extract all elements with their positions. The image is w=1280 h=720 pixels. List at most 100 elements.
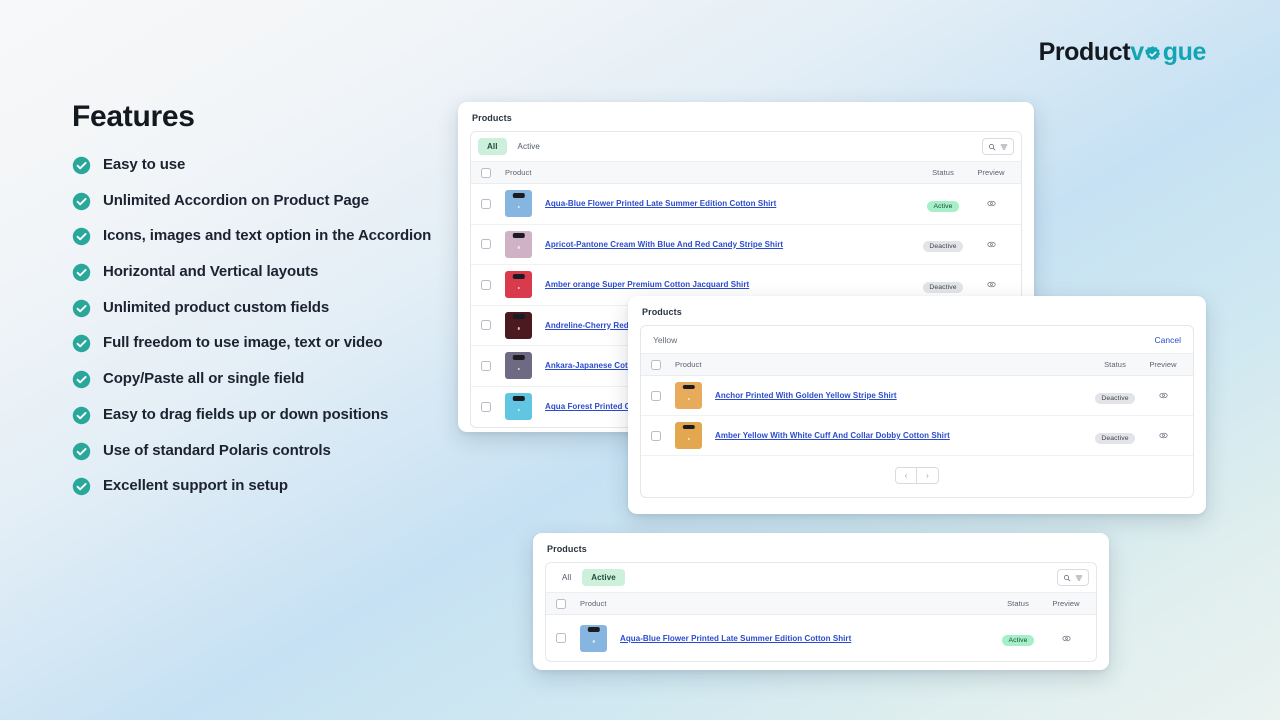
status-cell: Active bbox=[915, 195, 971, 213]
list-item: Unlimited Accordion on Product Page bbox=[72, 190, 472, 212]
list-item: Unlimited product custom fields bbox=[72, 297, 472, 319]
select-all-checkbox[interactable] bbox=[481, 168, 491, 178]
product-link[interactable]: Anchor Printed With Golden Yellow Stripe… bbox=[715, 391, 1087, 400]
product-thumbnail bbox=[675, 382, 702, 409]
row-checkbox[interactable] bbox=[556, 633, 566, 643]
search-filter-group[interactable] bbox=[1057, 569, 1089, 586]
brand-logo: Productvgue bbox=[1039, 38, 1206, 67]
feature-label: Icons, images and text option in the Acc… bbox=[103, 225, 431, 247]
check-circle-icon bbox=[72, 442, 91, 461]
table-row[interactable]: Apricot-Pantone Cream With Blue And Red … bbox=[471, 225, 1021, 266]
tab-active[interactable]: Active bbox=[509, 138, 549, 155]
table-header: Product Status Preview bbox=[546, 593, 1096, 615]
table-row[interactable]: Aqua-Blue Flower Printed Late Summer Edi… bbox=[471, 184, 1021, 225]
eye-icon[interactable] bbox=[1046, 634, 1086, 643]
row-checkbox[interactable] bbox=[481, 280, 491, 290]
row-checkbox[interactable] bbox=[481, 320, 491, 330]
feature-label: Copy/Paste all or single field bbox=[103, 368, 304, 390]
product-link[interactable]: Aqua-Blue Flower Printed Late Summer Edi… bbox=[545, 199, 915, 208]
list-item: Icons, images and text option in the Acc… bbox=[72, 225, 472, 247]
product-thumbnail bbox=[505, 352, 532, 379]
feature-label: Unlimited Accordion on Product Page bbox=[103, 190, 369, 212]
list-item: Easy to use bbox=[72, 154, 472, 176]
status-badge: Deactive bbox=[923, 282, 962, 293]
chevron-right-icon[interactable]: › bbox=[917, 467, 939, 484]
product-thumbnail bbox=[580, 625, 607, 652]
row-checkbox[interactable] bbox=[481, 402, 491, 412]
card-title: Products bbox=[458, 102, 1034, 131]
list-item: Copy/Paste all or single field bbox=[72, 368, 472, 390]
table-header: Product Status Preview bbox=[471, 162, 1021, 184]
list-item: Easy to drag fields up or down positions bbox=[72, 404, 472, 426]
list-item: Full freedom to use image, text or video bbox=[72, 332, 472, 354]
check-circle-icon bbox=[72, 156, 91, 175]
row-checkbox[interactable] bbox=[651, 391, 661, 401]
table-row[interactable]: Amber Yellow With White Cuff And Collar … bbox=[641, 416, 1193, 456]
tab-toolbar: All Active bbox=[546, 563, 1096, 593]
logo-text-gue: gue bbox=[1163, 38, 1206, 67]
product-thumbnail bbox=[505, 312, 532, 339]
search-filter-group[interactable] bbox=[982, 138, 1014, 155]
feature-label: Full freedom to use image, text or video bbox=[103, 332, 382, 354]
verified-badge-icon bbox=[1144, 45, 1162, 63]
search-input[interactable]: Yellow bbox=[653, 335, 1155, 345]
product-link[interactable]: Amber orange Super Premium Cotton Jacqua… bbox=[545, 280, 915, 289]
column-header-preview: Preview bbox=[1046, 599, 1086, 608]
check-circle-icon bbox=[72, 299, 91, 318]
product-link[interactable]: Aqua-Blue Flower Printed Late Summer Edi… bbox=[620, 634, 990, 643]
select-all-checkbox[interactable] bbox=[556, 599, 566, 609]
row-checkbox[interactable] bbox=[481, 199, 491, 209]
filter-icon[interactable] bbox=[1000, 143, 1008, 151]
chevron-left-icon[interactable]: ‹ bbox=[895, 467, 917, 484]
eye-icon[interactable] bbox=[971, 280, 1011, 289]
table-row[interactable]: Anchor Printed With Golden Yellow Stripe… bbox=[641, 376, 1193, 416]
product-thumbnail bbox=[505, 393, 532, 420]
logo-text-product: Product bbox=[1039, 38, 1131, 67]
feature-label: Easy to drag fields up or down positions bbox=[103, 404, 388, 426]
check-circle-icon bbox=[72, 406, 91, 425]
feature-label: Easy to use bbox=[103, 154, 185, 176]
table-header: Product Status Preview bbox=[641, 354, 1193, 376]
row-checkbox[interactable] bbox=[481, 361, 491, 371]
filter-icon[interactable] bbox=[1075, 574, 1083, 582]
column-header-status: Status bbox=[1087, 360, 1143, 369]
page-title: Features bbox=[72, 100, 472, 134]
eye-icon[interactable] bbox=[1143, 391, 1183, 400]
eye-icon[interactable] bbox=[1143, 431, 1183, 440]
select-all-checkbox[interactable] bbox=[651, 360, 661, 370]
cancel-button[interactable]: Cancel bbox=[1155, 335, 1181, 345]
products-card-search: Products Yellow Cancel Product Status Pr… bbox=[628, 296, 1206, 514]
eye-icon[interactable] bbox=[971, 199, 1011, 208]
check-circle-icon bbox=[72, 370, 91, 389]
column-header-preview: Preview bbox=[971, 168, 1011, 177]
product-link[interactable]: Amber Yellow With White Cuff And Collar … bbox=[715, 431, 1087, 440]
pagination: ‹ › bbox=[641, 456, 1193, 497]
eye-icon[interactable] bbox=[971, 240, 1011, 249]
column-header-product: Product bbox=[580, 599, 607, 608]
tab-all[interactable]: All bbox=[553, 569, 580, 586]
list-item: Excellent support in setup bbox=[72, 475, 472, 497]
search-toolbar: Yellow Cancel bbox=[641, 326, 1193, 354]
products-panel: Yellow Cancel Product Status Preview Anc… bbox=[640, 325, 1194, 498]
search-icon[interactable] bbox=[1063, 574, 1071, 582]
product-link[interactable]: Apricot-Pantone Cream With Blue And Red … bbox=[545, 240, 915, 249]
table-row[interactable]: Aqua-Blue Flower Printed Late Summer Edi… bbox=[546, 615, 1096, 661]
status-cell: Active bbox=[990, 629, 1046, 647]
row-checkbox[interactable] bbox=[481, 239, 491, 249]
feature-label: Horizontal and Vertical layouts bbox=[103, 261, 318, 283]
search-icon[interactable] bbox=[988, 143, 996, 151]
row-checkbox[interactable] bbox=[651, 431, 661, 441]
tab-toolbar: All Active bbox=[471, 132, 1021, 162]
product-thumbnail bbox=[505, 231, 532, 258]
status-cell: Deactive bbox=[915, 276, 971, 294]
column-header-product: Product bbox=[675, 360, 702, 369]
column-header-status: Status bbox=[915, 168, 971, 177]
tab-all[interactable]: All bbox=[478, 138, 507, 155]
column-header-status: Status bbox=[990, 599, 1046, 608]
tab-active[interactable]: Active bbox=[582, 569, 625, 586]
feature-list: Easy to use Unlimited Accordion on Produ… bbox=[72, 154, 472, 497]
list-item: Use of standard Polaris controls bbox=[72, 440, 472, 462]
product-thumbnail bbox=[675, 422, 702, 449]
check-circle-icon bbox=[72, 192, 91, 211]
column-header-product: Product bbox=[505, 168, 532, 177]
